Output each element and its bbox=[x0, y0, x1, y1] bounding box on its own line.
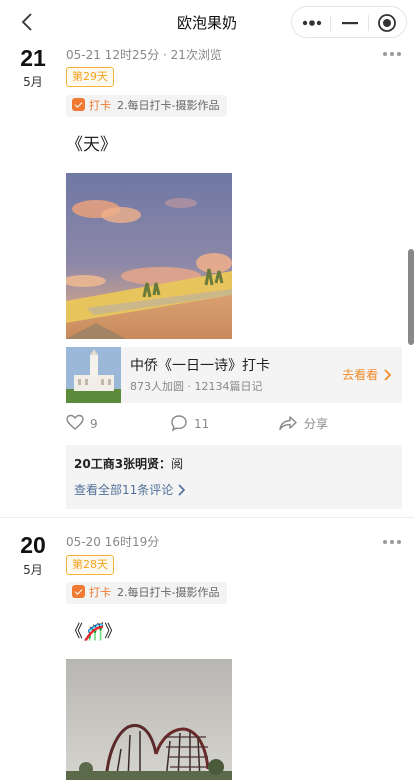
post-day: 20 bbox=[20, 532, 46, 558]
community-thumbnail bbox=[66, 347, 121, 403]
share-icon bbox=[279, 416, 297, 431]
target-close-icon[interactable] bbox=[377, 13, 397, 33]
post-more-icon[interactable] bbox=[382, 50, 402, 58]
comment-icon bbox=[171, 415, 187, 432]
tag-kind: 打卡 bbox=[89, 99, 111, 112]
post-divider bbox=[0, 517, 414, 518]
comment-author[interactable]: 20工商3张明贤： bbox=[74, 457, 171, 471]
community-card[interactable]: 中侨《一日一诗》打卡 873人加圆 · 12134篇日记 去看看 bbox=[66, 347, 402, 403]
like-button[interactable]: 9 bbox=[66, 414, 98, 434]
roller-coaster-photo[interactable] bbox=[66, 659, 232, 780]
share-button[interactable]: 分享 bbox=[278, 414, 328, 434]
post-meta: 05-20 16时19分 bbox=[66, 535, 160, 549]
capsule-menu bbox=[291, 6, 407, 38]
view-all-label: 查看全部11条评论 bbox=[74, 483, 174, 497]
view-all-comments-link[interactable]: 查看全部11条评论 bbox=[74, 481, 186, 498]
post-more-icon[interactable] bbox=[382, 538, 402, 546]
post-text: 《天》 bbox=[66, 135, 117, 155]
checkin-tag[interactable]: 打卡 2.每日打卡-摄影作品 bbox=[66, 582, 228, 604]
scrollbar-thumb[interactable] bbox=[408, 249, 414, 345]
chevron-right-icon bbox=[178, 484, 186, 496]
streak-badge: 第28天 bbox=[66, 555, 114, 575]
checkin-icon bbox=[72, 585, 85, 598]
community-title: 中侨《一日一诗》打卡 bbox=[130, 358, 270, 374]
go-see-label: 去看看 bbox=[342, 368, 379, 382]
navigation-bar: 欧泡果奶 bbox=[0, 0, 414, 44]
minimize-icon[interactable] bbox=[341, 16, 359, 30]
post-meta: 05-21 12时25分 · 21次浏览 bbox=[66, 48, 222, 62]
heart-icon bbox=[66, 414, 84, 430]
tag-label: 2.每日打卡-摄影作品 bbox=[117, 99, 220, 112]
tag-label: 2.每日打卡-摄影作品 bbox=[117, 586, 220, 599]
comment-preview: 20工商3张明贤：阅 查看全部11条评论 bbox=[66, 445, 402, 509]
comment-button[interactable]: 11 bbox=[170, 414, 209, 434]
comment-text: 阅 bbox=[171, 457, 184, 471]
go-see-link[interactable]: 去看看 bbox=[342, 366, 392, 383]
sky-sunset-wall-photo[interactable] bbox=[66, 173, 232, 339]
like-count: 9 bbox=[90, 417, 98, 431]
share-label: 分享 bbox=[304, 417, 329, 431]
post-actions: 9 11 分享 bbox=[66, 414, 406, 434]
post-month: 5月 bbox=[23, 563, 43, 577]
comment-line: 20工商3张明贤：阅 bbox=[74, 455, 183, 472]
post-month: 5月 bbox=[23, 75, 43, 89]
chevron-right-icon bbox=[384, 369, 392, 381]
more-dots-icon[interactable] bbox=[302, 16, 322, 30]
post-day: 21 bbox=[20, 45, 46, 71]
community-stats: 873人加圆 · 12134篇日记 bbox=[130, 380, 263, 393]
checkin-tag[interactable]: 打卡 2.每日打卡-摄影作品 bbox=[66, 95, 228, 117]
tag-kind: 打卡 bbox=[89, 586, 111, 599]
streak-badge: 第29天 bbox=[66, 67, 114, 87]
checkin-icon bbox=[72, 98, 85, 111]
post-text: 《🎢》 bbox=[66, 622, 122, 642]
comment-count: 11 bbox=[194, 417, 210, 431]
